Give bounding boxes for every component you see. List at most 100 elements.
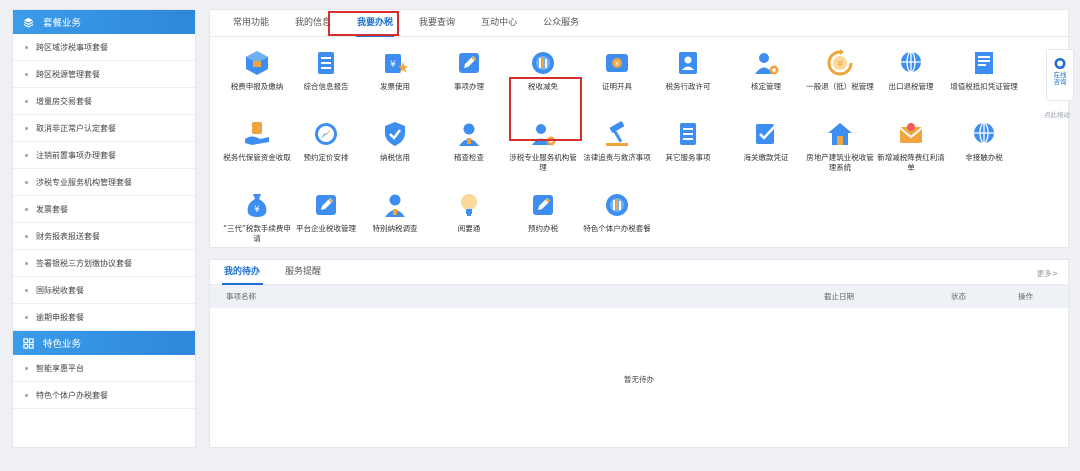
function-label: 证明开具 — [602, 82, 632, 91]
feature-item[interactable]: 特色个体户办税套餐 — [13, 382, 195, 409]
function-item[interactable]: ¥ 发票使用 — [361, 48, 429, 92]
package-item[interactable]: 涉税专业服务机构管理套餐 — [13, 169, 195, 196]
function-item[interactable]: 出口退税管理 — [877, 48, 945, 92]
package-item-label: 跨区税源管理套餐 — [36, 69, 100, 79]
receipt-icon — [969, 48, 999, 78]
package-item[interactable]: 跨区税源管理套餐 — [13, 61, 195, 88]
function-item[interactable]: 新增减税降费红利清单 — [877, 119, 945, 173]
bullet-icon — [25, 72, 28, 76]
compass-icon — [311, 119, 341, 149]
svg-text:¥: ¥ — [615, 60, 620, 68]
function-item[interactable]: 海关缴款凭证 — [732, 119, 800, 163]
chat-bubble-icon — [1053, 56, 1067, 70]
function-label: 增值税抵扣凭证管理 — [950, 82, 1018, 91]
function-label: 平台企业税收管理 — [296, 224, 356, 233]
hand-money-icon — [242, 119, 272, 149]
person-icon — [454, 119, 484, 149]
function-panel: 常用功能 我的信息 我要办税 我要查询 互动中心 公众服务 税费申报及缴纳 综合信息报告 ¥ 发… — [209, 9, 1069, 248]
package-item[interactable]: 跨区域涉税事项套餐 — [13, 34, 195, 61]
col-status: 状态 — [951, 292, 966, 301]
package-item-label: 增量房交易套餐 — [36, 96, 92, 106]
shield-check-icon — [380, 119, 410, 149]
function-label: 稽查检查 — [454, 153, 484, 162]
package-item[interactable]: 注销前置事项办理套餐 — [13, 142, 195, 169]
function-item[interactable]: 平台企业税收管理 — [292, 190, 360, 234]
function-item[interactable]: 非接触办税 — [950, 119, 1018, 163]
function-item[interactable]: ¥ 证明开具 — [583, 48, 651, 92]
function-item[interactable]: 房地产建筑业税收管理系统 — [806, 119, 874, 173]
bullet-icon — [25, 207, 28, 211]
edit-box-icon — [311, 190, 341, 220]
tab-1[interactable]: 我的信息 — [284, 15, 342, 36]
package-item[interactable]: 取消非正常户认定套餐 — [13, 115, 195, 142]
function-item[interactable]: 纳税信用 — [361, 119, 429, 163]
house-icon — [825, 119, 855, 149]
function-item[interactable]: 增值税抵扣凭证管理 — [950, 48, 1018, 92]
function-label: 涉税专业服务机构管理 — [509, 153, 577, 172]
tab-my-todo[interactable]: 我的待办 — [222, 264, 269, 285]
function-item[interactable]: 阅要通 — [435, 190, 503, 234]
function-label: 非接触办税 — [965, 153, 1003, 162]
package-item[interactable]: 财务报表报送套餐 — [13, 223, 195, 250]
function-item[interactable]: ¥ “三代”税款手续费申请 — [223, 190, 291, 244]
function-item[interactable]: 税务代保管资金收取 — [223, 119, 291, 163]
tab-3[interactable]: 我要查询 — [408, 15, 466, 36]
more-link[interactable]: 更多> — [1037, 268, 1058, 279]
list-doc-icon — [673, 119, 703, 149]
bullet-icon — [25, 99, 28, 103]
function-label: 预约定价安排 — [303, 153, 349, 162]
function-item[interactable]: 事项办理 — [435, 48, 503, 92]
function-item[interactable]: 税收减免 — [509, 48, 577, 92]
package-item[interactable]: 逾期申报套餐 — [13, 304, 195, 331]
certificate-icon: ¥ — [602, 48, 632, 78]
function-item[interactable]: 特别纳税调查 — [361, 190, 429, 234]
tab-4[interactable]: 互动中心 — [470, 15, 528, 36]
function-item[interactable]: 特色个体户办税套餐 — [583, 190, 651, 234]
drag-hint[interactable]: 点此拖动 — [1044, 109, 1070, 119]
package-item[interactable]: 增量房交易套餐 — [13, 88, 195, 115]
feature-item[interactable]: 智能享惠平台 — [13, 355, 195, 382]
feature-item-label: 特色个体户办税套餐 — [36, 390, 108, 400]
package-section-header[interactable]: 套餐业务 — [13, 10, 195, 34]
people-icon — [380, 190, 410, 220]
pending-panel: 我的待办 服务提醒 更多> 事项名称 截止日期 状态 操作 暂无待办 — [209, 259, 1069, 448]
function-item[interactable]: 预约办税 — [509, 190, 577, 234]
online-consult-button[interactable]: 在线 咨询 — [1046, 49, 1074, 101]
tab-0[interactable]: 常用功能 — [222, 15, 280, 36]
feature-section-header[interactable]: 特色业务 — [13, 331, 195, 355]
package-item-label: 取消非正常户认定套餐 — [36, 123, 116, 133]
cube-icon — [242, 48, 272, 78]
gavel-icon — [602, 119, 632, 149]
tab-2[interactable]: 我要办税 — [346, 15, 404, 37]
function-label: 出口退税管理 — [888, 82, 934, 91]
function-item[interactable]: 核定管理 — [732, 48, 800, 92]
coin-stack-icon — [602, 190, 632, 220]
bullet-icon — [25, 180, 28, 184]
function-item[interactable]: 稽查检查 — [435, 119, 503, 163]
function-item[interactable]: 法律追责与救济事项 — [583, 119, 651, 163]
function-label: 核定管理 — [751, 82, 781, 91]
col-deadline: 截止日期 — [824, 292, 854, 301]
package-item[interactable]: 发票套餐 — [13, 196, 195, 223]
package-item[interactable]: 国际税收套餐 — [13, 277, 195, 304]
package-item-label: 涉税专业服务机构管理套餐 — [36, 177, 132, 187]
package-section-title: 套餐业务 — [43, 18, 82, 29]
function-item[interactable]: 综合信息报告 — [292, 48, 360, 92]
function-label: 特别纳税调查 — [372, 224, 418, 233]
function-item[interactable]: 涉税专业服务机构管理 — [509, 119, 577, 173]
tab-service-reminder[interactable]: 服务提醒 — [283, 264, 330, 284]
yen-refresh-icon: ¥ — [825, 48, 855, 78]
grid-icon — [23, 337, 34, 349]
function-item[interactable]: ¥ 一般退（抵）税管理 — [806, 48, 874, 92]
globe-hand-icon — [969, 119, 999, 149]
function-item[interactable]: 预约定价安排 — [292, 119, 360, 163]
tab-5[interactable]: 公众服务 — [532, 15, 590, 36]
package-item-label: 国际税收套餐 — [36, 285, 84, 295]
function-label: 事项办理 — [454, 82, 484, 91]
package-item[interactable]: 签署银税三方划缴协议套餐 — [13, 250, 195, 277]
package-item-label: 跨区域涉税事项套餐 — [36, 42, 108, 52]
function-item[interactable]: 税务行政许可 — [654, 48, 722, 92]
function-item[interactable]: 税费申报及缴纳 — [223, 48, 291, 92]
function-item[interactable]: 其它服务事项 — [654, 119, 722, 163]
svg-text:¥: ¥ — [390, 60, 396, 70]
